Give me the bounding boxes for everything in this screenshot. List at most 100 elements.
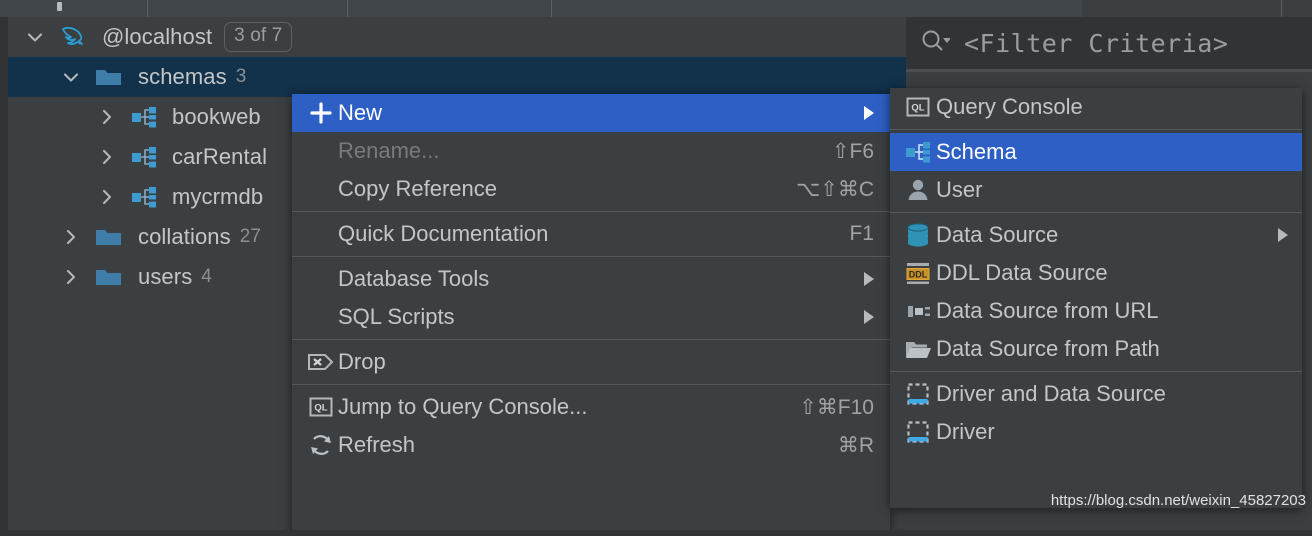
user-icon [905,177,931,203]
submenu-item-driver-and-data-source[interactable]: Driver and Data Source [890,375,1302,413]
submenu-item-label: Schema [936,139,1017,164]
menu-item-icon-slot [304,349,338,375]
tree-row-label: schemas [138,64,227,89]
connection-badge: 3 of 7 [224,22,293,52]
menu-separator [292,384,890,385]
chevron-down-icon[interactable] [60,66,82,88]
tree-row-label: collations [138,224,231,249]
submenu-item-label: Data Source from Path [936,336,1160,361]
submenu-item-icon-slot [900,298,936,324]
chevron-right-icon[interactable] [60,226,82,248]
folder-icon [94,64,124,90]
submenu-item-label: Driver and Data Source [936,381,1166,406]
submenu-item-data-source-from-url[interactable]: Data Source from URL [890,292,1302,330]
submenu-item-icon-slot: QL [900,95,936,119]
folder-open-icon [904,337,932,361]
submenu-item-icon-slot [900,419,936,445]
submenu-item-icon-slot: DDL [900,260,936,286]
watermark: https://blog.csdn.net/weixin_45827203 [1050,492,1306,509]
menu-separator [292,256,890,257]
query-console-icon: QL [905,95,931,119]
schema-icon [904,139,932,165]
submenu-arrow-icon [864,272,874,286]
menu-item-label: Copy Reference [338,176,497,201]
tree-row-localhost[interactable]: @localhost 3 of 7 [8,17,906,57]
search-dropdown-icon[interactable] [920,28,951,59]
submenu-item-icon-slot [900,177,936,203]
tree-row-count: 3 [235,66,247,87]
schema-icon [130,104,158,130]
submenu-item-driver[interactable]: Driver [890,413,1302,451]
submenu-item-data-source[interactable]: Data Source [890,216,1302,254]
submenu-separator [890,129,1302,130]
svg-text:QL: QL [314,403,327,414]
toolbar-separator [551,0,552,17]
drop-tag-icon [306,349,336,375]
menu-item-sql-scripts[interactable]: SQL Scripts [292,298,890,336]
submenu-arrow-icon [864,310,874,324]
mysql-dolphin-icon [58,23,88,51]
menu-item-label: Jump to Query Console... [338,394,588,419]
database-tool-window: @localhost 3 of 7 schemas 3 bookweb carRental… [0,0,1312,536]
submenu-item-label: Data Source from URL [936,298,1159,323]
menu-item-icon-slot [304,100,338,126]
submenu-item-user[interactable]: User [890,171,1302,209]
url-source-icon [904,298,932,324]
submenu-item-label: User [936,177,983,202]
bottom-strip [0,530,1312,536]
submenu-item-icon-slot [900,139,936,165]
menu-item-quick-documentation[interactable]: Quick Documentation F1 [292,215,890,253]
tree-row-label: carRental [172,144,268,169]
menu-item-shortcut: F1 [849,222,874,245]
tree-row-count: 27 [239,226,262,247]
menu-item-icon-slot [304,432,338,458]
submenu-item-data-source-from-path[interactable]: Data Source from Path [890,330,1302,368]
tree-row-label: users [138,264,193,289]
chevron-down-icon[interactable] [24,26,46,48]
chevron-right-icon[interactable] [96,146,118,168]
submenu-item-query-console[interactable]: QL Query Console [890,88,1302,126]
menu-item-database-tools[interactable]: Database Tools [292,260,890,298]
database-icon [905,222,931,248]
menu-item-icon-slot: QL [304,395,338,419]
submenu-item-schema[interactable]: Schema [890,133,1302,171]
menu-item-jump-to-query-console[interactable]: QL Jump to Query Console... ⇧⌘F10 [292,388,890,426]
menu-item-shortcut: ⌥⇧⌘C [796,177,874,201]
submenu-separator [890,212,1302,213]
chevron-right-icon[interactable] [60,266,82,288]
menu-item-label: Refresh [338,432,416,457]
submenu-item-label: Data Source [936,222,1059,247]
ddl-icon: DDL [904,260,932,286]
menu-item-shortcut: ⇧F6 [831,139,874,163]
submenu-item-label: Driver [936,419,995,444]
menu-item-shortcut: ⇧⌘F10 [799,395,874,419]
menu-item-rename: Rename... ⇧F6 [292,132,890,170]
menu-item-copy-reference[interactable]: Copy Reference ⌥⇧⌘C [292,170,890,208]
toolbar-icon[interactable] [57,2,62,11]
query-console-icon: QL [308,395,334,419]
chevron-right-icon[interactable] [96,106,118,128]
menu-item-drop[interactable]: Drop [292,343,890,381]
toolbar-strip-right [1082,0,1312,17]
menu-item-new[interactable]: New [292,94,890,132]
menu-item-refresh[interactable]: Refresh ⌘R [292,426,890,464]
toolbar-separator [1281,0,1282,17]
menu-separator [292,211,890,212]
filter-bar[interactable]: <Filter Criteria> [906,17,1312,69]
toolbar-separator [347,0,348,17]
tree-row-schemas[interactable]: schemas 3 [8,57,906,97]
chevron-right-icon[interactable] [96,186,118,208]
submenu-item-ddl-data-source[interactable]: DDL DDL Data Source [890,254,1302,292]
menu-item-label: Database Tools [338,266,490,291]
tree-row-label: mycrmdb [172,184,264,209]
menu-item-label: Rename... [338,138,440,163]
menu-item-label: SQL Scripts [338,304,455,329]
driver-icon [905,419,931,445]
submenu-item-icon-slot [900,381,936,407]
context-menu: New Rename... ⇧F6 Copy Reference ⌥⇧⌘C Quick D… [292,94,890,536]
schema-icon [130,144,158,170]
filter-input[interactable]: <Filter Criteria> [964,29,1228,58]
submenu-item-icon-slot [900,337,936,361]
svg-text:QL: QL [911,103,924,114]
submenu-separator [890,371,1302,372]
